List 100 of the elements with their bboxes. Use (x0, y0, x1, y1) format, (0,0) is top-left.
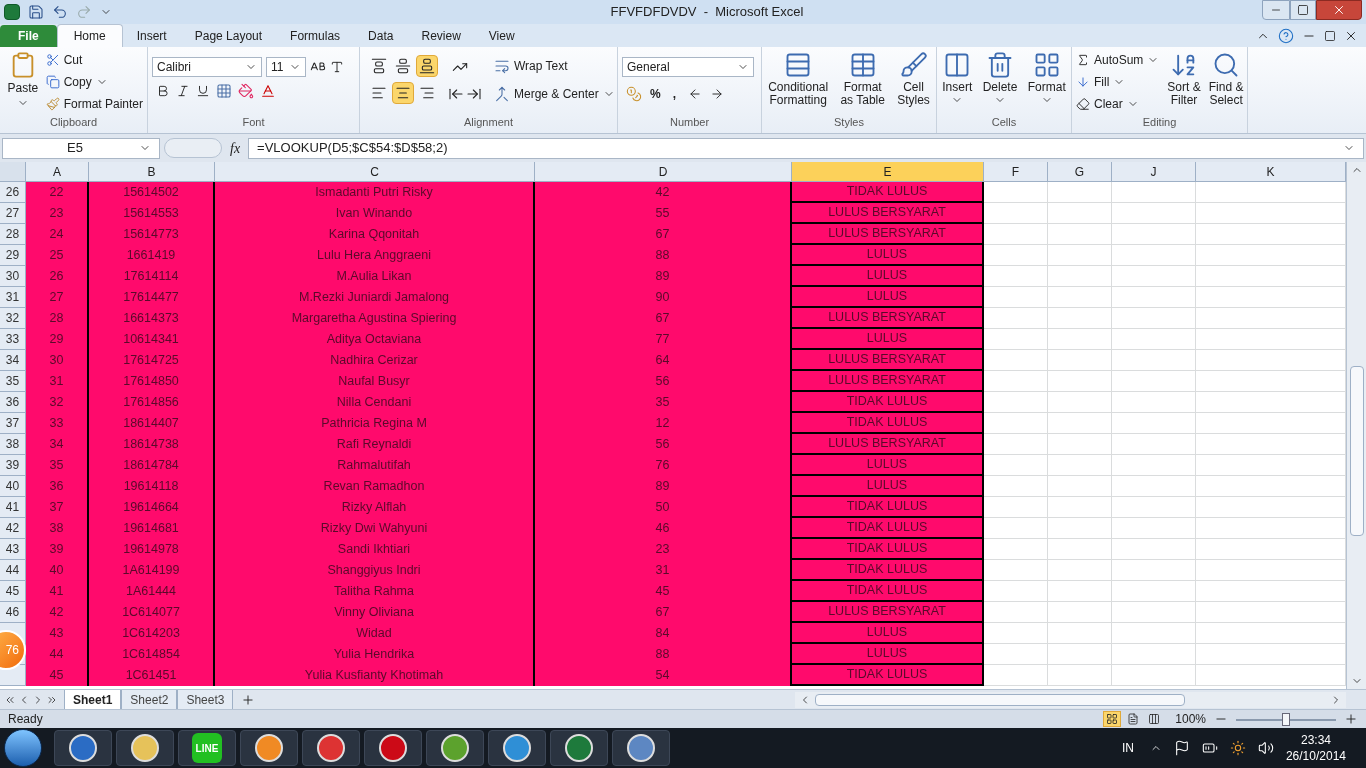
row-header[interactable]: 46 (0, 602, 26, 623)
editing-button[interactable]: Sort & Filter (1167, 51, 1201, 117)
name-box[interactable]: E5 (2, 137, 160, 159)
taskbar-button[interactable] (116, 730, 174, 766)
column-header[interactable]: B (89, 162, 215, 181)
vertical-scrollbar[interactable] (1346, 162, 1366, 689)
row-header[interactable]: 36 (0, 392, 26, 413)
row-header[interactable]: 38 (0, 434, 26, 455)
group-label: Number (669, 117, 710, 130)
column-header[interactable]: A (26, 162, 89, 181)
taskbar-button[interactable] (302, 730, 360, 766)
taskbar-button[interactable] (550, 730, 608, 766)
table-cell: 41 (26, 581, 89, 602)
wrap-text-button[interactable]: Wrap Text (494, 57, 615, 75)
close-button[interactable] (1316, 0, 1362, 20)
taskbar-button[interactable] (240, 730, 298, 766)
taskbar-button[interactable] (364, 730, 422, 766)
splitter-handle[interactable] (164, 138, 222, 158)
cells-button[interactable]: Delete (982, 51, 1018, 117)
comma-button[interactable]: , (668, 85, 680, 103)
row-header[interactable]: 28 (0, 224, 26, 245)
column-header[interactable]: E (792, 162, 984, 181)
fill-button[interactable]: Fill (1076, 73, 1160, 91)
start-button[interactable] (4, 729, 42, 767)
ribbon-tab[interactable]: Formulas (276, 25, 355, 47)
ribbon-tab[interactable]: File (0, 25, 57, 47)
sheet-tab[interactable]: Sheet3 (177, 690, 234, 709)
zoom-level-text: 100% (1175, 711, 1206, 728)
table-cell: 17614725 (89, 350, 215, 371)
table-cell: 29 (26, 329, 89, 350)
view-button[interactable] (1103, 711, 1122, 727)
ribbon-tab[interactable]: Home (56, 24, 123, 47)
horizontal-align-button[interactable] (392, 82, 414, 104)
clear-button[interactable]: Clear (1076, 95, 1160, 113)
paste-button[interactable]: Paste (4, 51, 42, 117)
vertical-align-button[interactable] (416, 55, 438, 77)
style-button[interactable]: Cell Styles (897, 51, 930, 117)
ribbon-tab[interactable]: Data (354, 25, 408, 47)
sheet-tab[interactable]: Sheet1 (64, 690, 122, 709)
view-icon (1148, 713, 1161, 725)
insert-function-button[interactable]: fx (226, 137, 245, 159)
eraser-icon (1076, 97, 1090, 111)
language-indicator[interactable]: IN (1121, 739, 1134, 757)
restore-button[interactable] (1290, 0, 1316, 20)
row-header[interactable]: 26 (0, 182, 26, 203)
empty-cell (1048, 518, 1112, 539)
editing-button[interactable]: Find & Select (1208, 51, 1244, 117)
format-painter-button[interactable]: Format Painter (45, 95, 143, 113)
align-icon (395, 58, 411, 74)
column-header[interactable]: G (1048, 162, 1112, 181)
scrollbar-thumb[interactable] (815, 693, 1186, 706)
row-header[interactable]: 33 (0, 329, 26, 350)
taskbar-button[interactable] (488, 730, 546, 766)
ribbon-tab[interactable]: Page Layout (180, 25, 277, 47)
row-header[interactable]: 42 (0, 518, 26, 539)
cut-button[interactable]: Cut (45, 51, 143, 69)
row-header[interactable]: 32 (0, 308, 26, 329)
row-header[interactable]: 40 (0, 476, 26, 497)
column-header[interactable]: F (984, 162, 1048, 181)
autosum-button[interactable]: AutoSum (1076, 51, 1160, 69)
ribbon-tab[interactable]: Review (407, 25, 475, 47)
down-arrow-icon (1076, 75, 1090, 89)
taskbar-button[interactable] (612, 730, 670, 766)
taskbar-button[interactable] (426, 730, 484, 766)
taskbar-button[interactable] (54, 730, 112, 766)
row-header[interactable]: 44 (0, 560, 26, 581)
number-format-dropdown[interactable]: General (622, 57, 754, 77)
table-cell: 32 (26, 392, 89, 413)
row-header[interactable]: 39 (0, 455, 26, 476)
row-header[interactable]: 31 (0, 287, 26, 308)
sheet-tab[interactable]: Sheet2 (121, 690, 178, 709)
font-name-dropdown[interactable]: Calibri (152, 57, 262, 77)
row-header[interactable]: 37 (0, 413, 26, 434)
ribbon-tab[interactable]: Insert (122, 25, 181, 47)
row-header[interactable]: 27 (0, 203, 26, 224)
merge-center-button[interactable]: Merge & Center (494, 85, 615, 103)
cells-button[interactable]: Format (1027, 51, 1066, 117)
formula-input[interactable]: =VLOOKUP(D5;$C$54:$D$58;2) (248, 137, 1364, 159)
style-button[interactable]: Format as Table (840, 51, 885, 117)
table-cell: 37 (26, 497, 89, 518)
column-header[interactable]: J (1112, 162, 1196, 181)
column-header[interactable]: C (215, 162, 535, 181)
scrollbar-thumb[interactable] (1349, 366, 1364, 536)
row-header[interactable]: 34 (0, 350, 26, 371)
row-header[interactable]: 41 (0, 497, 26, 518)
row-header[interactable]: 29 (0, 245, 26, 266)
style-button[interactable]: Conditional Formatting (768, 51, 829, 117)
row-header[interactable]: 43 (0, 539, 26, 560)
horizontal-scrollbar[interactable] (795, 691, 1346, 708)
row-header[interactable]: 30 (0, 266, 26, 287)
row-header[interactable]: 45 (0, 581, 26, 602)
font-size-dropdown[interactable]: 11 (266, 57, 306, 77)
zoom-slider-thumb[interactable] (1282, 712, 1290, 726)
table-cell: 17614850 (89, 371, 215, 392)
row-header[interactable]: 35 (0, 371, 26, 392)
row-header[interactable] (0, 665, 26, 686)
cells-button[interactable]: Insert (942, 51, 973, 117)
copy-button[interactable]: Copy (45, 73, 143, 91)
percent-button[interactable]: % (650, 85, 661, 103)
ribbon-tab[interactable]: View (474, 25, 529, 47)
